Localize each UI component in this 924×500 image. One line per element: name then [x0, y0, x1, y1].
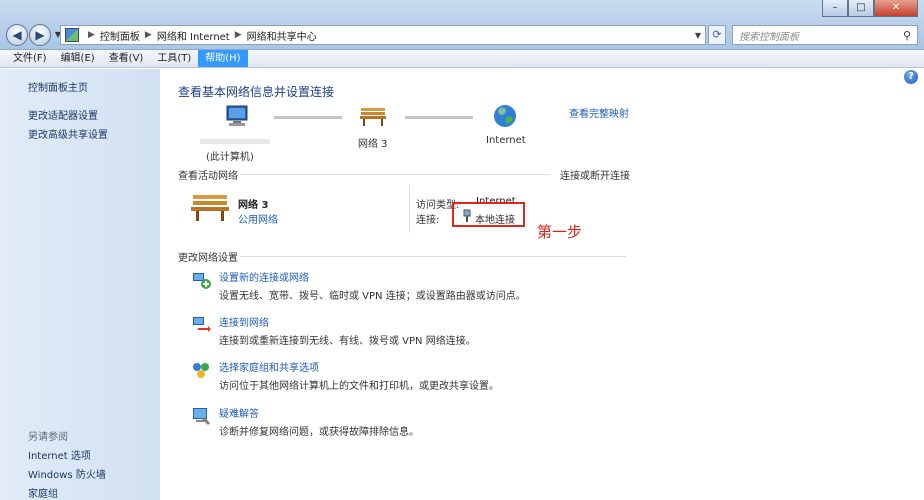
homegroup-icon [193, 363, 209, 378]
globe-icon [494, 105, 516, 127]
search-input[interactable]: 搜索控制面板 [739, 28, 897, 43]
computer-icon [226, 105, 248, 126]
highlight-box [452, 202, 525, 227]
new-connection-icon [193, 273, 211, 289]
bench-icon [191, 195, 229, 221]
sidebar-link-internet-options[interactable]: Internet 选项 [28, 447, 91, 462]
see-also-header: 另请参阅 [28, 432, 68, 443]
breadcrumb-control-panel[interactable]: 控制面板 [100, 28, 140, 43]
refresh-icon[interactable]: ⟳ [708, 25, 726, 45]
sidebar-link-adapter-settings[interactable]: 更改适配器设置 [28, 107, 98, 122]
task-link[interactable]: 连接到网络 [219, 314, 269, 329]
title-bar: – □ ✕ ◀ ▶ ▼ ▶ 控制面板 ▶ 网络和 Internet ▶ 网络和共… [0, 0, 924, 50]
task-desc: 访问位于其他网络计算机上的文件和打印机，或更改共享设置。 [219, 381, 499, 392]
task-link[interactable]: 疑难解答 [219, 405, 259, 420]
menu-edit[interactable]: 编辑(E) [54, 50, 102, 67]
task-link[interactable]: 选择家庭组和共享选项 [219, 359, 319, 374]
search-box[interactable]: 搜索控制面板 ⚲ [732, 25, 918, 45]
task-desc: 诊断并修复网络问题，或获得故障排除信息。 [219, 427, 419, 438]
troubleshoot-icon [193, 408, 210, 425]
sidebar: 控制面板主页 更改适配器设置 更改高级共享设置 另请参阅 Internet 选项… [0, 69, 160, 500]
page-title: 查看基本网络信息并设置连接 [178, 85, 335, 99]
active-network-icon[interactable] [190, 191, 230, 226]
internet-label: Internet [486, 135, 526, 146]
main-content: ? 查看基本网络信息并设置连接 查看完整映射 (此计算机) 网络 3 Inter… [160, 69, 924, 500]
forward-arrow-icon[interactable]: ▶ [29, 24, 51, 46]
task-desc: 连接到或重新连接到无线、有线、拨号或 VPN 网络连接。 [219, 336, 476, 347]
task-link[interactable]: 设置新的连接或网络 [219, 269, 309, 284]
step-annotation: 第一步 [537, 223, 583, 241]
internet-node[interactable] [492, 103, 518, 132]
computer-label: (此计算机) [206, 152, 254, 163]
menu-view[interactable]: 查看(V) [102, 50, 151, 67]
network-node[interactable] [359, 105, 387, 130]
task-desc: 设置无线、宽带、拨号、临时或 VPN 连接；或设置路由器或访问点。 [219, 291, 526, 302]
back-arrow-icon[interactable]: ◀ [6, 24, 28, 46]
connection-label: 连接: [416, 215, 440, 226]
breadcrumb-network-sharing-center[interactable]: 网络和共享中心 [247, 28, 317, 43]
section-divider [240, 174, 550, 175]
map-link-line [405, 116, 473, 119]
connect-disconnect-link[interactable]: 连接或断开连接 [560, 167, 630, 182]
chevron-right-icon[interactable]: ▶ [235, 30, 242, 40]
control-panel-icon [65, 28, 79, 42]
minimize-button[interactable]: – [822, 0, 848, 17]
sidebar-link-advanced-sharing[interactable]: 更改高级共享设置 [28, 126, 108, 141]
menu-file[interactable]: 文件(F) [6, 50, 54, 67]
active-network-name: 网络 3 [238, 200, 269, 211]
close-button[interactable]: ✕ [874, 0, 918, 17]
chevron-right-icon[interactable]: ▶ [88, 30, 95, 40]
menu-help[interactable]: 帮助(H) [198, 50, 248, 67]
sidebar-link-control-panel-home[interactable]: 控制面板主页 [28, 79, 88, 94]
computer-name-blur [200, 139, 270, 144]
view-full-map-link[interactable]: 查看完整映射 [569, 105, 629, 120]
change-settings-header: 更改网络设置 [178, 253, 238, 264]
help-icon[interactable]: ? [904, 70, 918, 84]
address-dropdown-icon[interactable]: ▼ [695, 31, 701, 40]
breadcrumb-network-internet[interactable]: 网络和 Internet [157, 28, 230, 43]
window-controls: – □ ✕ [822, 0, 918, 18]
sidebar-link-windows-firewall[interactable]: Windows 防火墙 [28, 466, 106, 481]
connect-network-icon [193, 317, 211, 332]
maximize-button[interactable]: □ [848, 0, 874, 17]
network-label: 网络 3 [358, 139, 388, 150]
sidebar-link-homegroup[interactable]: 家庭组 [28, 485, 58, 500]
chevron-right-icon[interactable]: ▶ [145, 30, 152, 40]
computer-node [224, 105, 250, 130]
menu-tools[interactable]: 工具(T) [150, 50, 198, 67]
network-type-link[interactable]: 公用网络 [238, 211, 278, 226]
nav-buttons: ◀ ▶ ▼ [6, 24, 64, 46]
search-icon[interactable]: ⚲ [897, 29, 917, 42]
active-networks-header: 查看活动网络 [178, 171, 238, 182]
address-bar[interactable]: ▶ 控制面板 ▶ 网络和 Internet ▶ 网络和共享中心 ▼ [60, 25, 706, 45]
bench-icon [360, 108, 386, 126]
map-link-line [274, 116, 342, 119]
section-divider [240, 256, 626, 257]
vertical-divider [409, 185, 410, 233]
menu-bar: 文件(F) 编辑(E) 查看(V) 工具(T) 帮助(H) [0, 50, 924, 68]
